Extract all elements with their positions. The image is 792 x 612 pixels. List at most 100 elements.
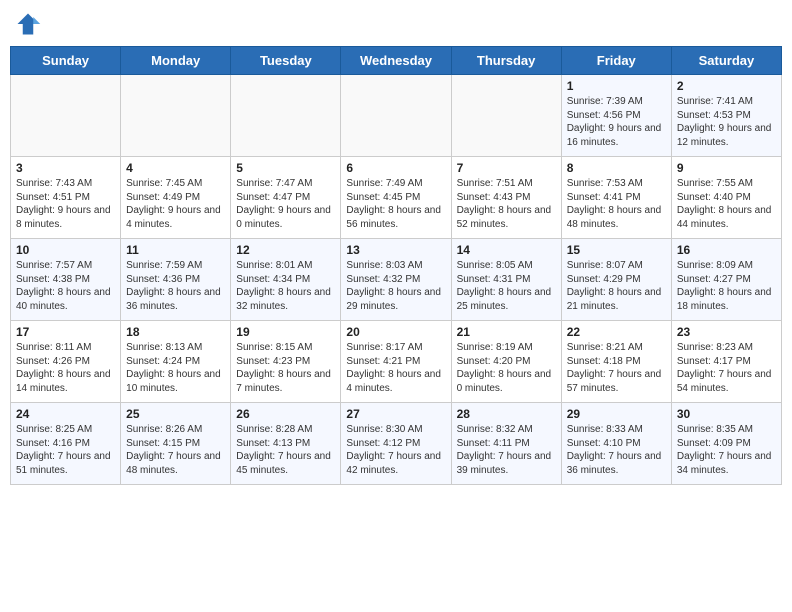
day-number: 21 bbox=[457, 325, 556, 339]
calendar-cell: 9Sunrise: 7:55 AM Sunset: 4:40 PM Daylig… bbox=[671, 157, 781, 239]
calendar-cell: 13 Sunrise: 8:03 AM Sunset: 4:32 PM Dayli… bbox=[341, 239, 451, 321]
calendar-cell: 28 Sunrise: 8:32 AM Sunset: 4:11 PM Dayli… bbox=[451, 403, 561, 485]
calendar-cell: 15 Sunrise: 8:07 AM Sunset: 4:29 PM Dayli… bbox=[561, 239, 671, 321]
day-number: 24 bbox=[16, 407, 115, 421]
day-info: Sunrise: 8:21 AM Sunset: 4:18 PM Dayligh… bbox=[567, 341, 666, 395]
calendar-cell: 27Sunrise: 8:30 AM Sunset: 4:12 PM Dayli… bbox=[341, 403, 451, 485]
calendar-cell: 3 Sunrise: 7:43 AM Sunset: 4:51 PM Daylig… bbox=[11, 157, 121, 239]
day-number: 4 bbox=[126, 161, 225, 175]
day-info: Sunrise: 8:13 AM Sunset: 4:24 PM Dayligh… bbox=[126, 341, 225, 395]
column-header-friday: Friday bbox=[561, 47, 671, 75]
day-number: 12 bbox=[236, 243, 335, 257]
day-info: Sunrise: 8:26 AM Sunset: 4:15 PM Dayligh… bbox=[126, 423, 225, 477]
day-info: Sunrise: 7:41 AM Sunset: 4:53 PM Dayligh… bbox=[677, 95, 776, 149]
calendar-cell: 12Sunrise: 8:01 AM Sunset: 4:34 PM Dayli… bbox=[231, 239, 341, 321]
calendar-cell: 17 Sunrise: 8:11 AM Sunset: 4:26 PM Dayli… bbox=[11, 321, 121, 403]
calendar-body: 1 Sunrise: 7:39 AM Sunset: 4:56 PM Daylig… bbox=[11, 75, 782, 485]
day-info: Sunrise: 8:33 AM Sunset: 4:10 PM Dayligh… bbox=[567, 423, 666, 477]
calendar-cell bbox=[11, 75, 121, 157]
day-info: Sunrise: 8:28 AM Sunset: 4:13 PM Dayligh… bbox=[236, 423, 335, 477]
calendar-week-5: 24Sunrise: 8:25 AM Sunset: 4:16 PM Dayli… bbox=[11, 403, 782, 485]
day-number: 22 bbox=[567, 325, 666, 339]
day-info: Sunrise: 7:45 AM Sunset: 4:49 PM Dayligh… bbox=[126, 177, 225, 231]
calendar-cell: 4 Sunrise: 7:45 AM Sunset: 4:49 PM Daylig… bbox=[121, 157, 231, 239]
column-header-saturday: Saturday bbox=[671, 47, 781, 75]
calendar-cell: 30Sunrise: 8:35 AM Sunset: 4:09 PM Dayli… bbox=[671, 403, 781, 485]
day-info: Sunrise: 8:03 AM Sunset: 4:32 PM Dayligh… bbox=[346, 259, 445, 313]
calendar-cell: 26 Sunrise: 8:28 AM Sunset: 4:13 PM Dayli… bbox=[231, 403, 341, 485]
day-number: 19 bbox=[236, 325, 335, 339]
header-row: SundayMondayTuesdayWednesdayThursdayFrid… bbox=[11, 47, 782, 75]
day-info: Sunrise: 8:11 AM Sunset: 4:26 PM Dayligh… bbox=[16, 341, 115, 395]
day-info: Sunrise: 8:32 AM Sunset: 4:11 PM Dayligh… bbox=[457, 423, 556, 477]
day-number: 14 bbox=[457, 243, 556, 257]
day-number: 1 bbox=[567, 79, 666, 93]
calendar-week-2: 3 Sunrise: 7:43 AM Sunset: 4:51 PM Daylig… bbox=[11, 157, 782, 239]
day-number: 30 bbox=[677, 407, 776, 421]
calendar-cell: 18 Sunrise: 8:13 AM Sunset: 4:24 PM Dayli… bbox=[121, 321, 231, 403]
day-info: Sunrise: 7:47 AM Sunset: 4:47 PM Dayligh… bbox=[236, 177, 335, 231]
calendar-cell: 2Sunrise: 7:41 AM Sunset: 4:53 PM Daylig… bbox=[671, 75, 781, 157]
calendar-week-4: 17 Sunrise: 8:11 AM Sunset: 4:26 PM Dayli… bbox=[11, 321, 782, 403]
day-info: Sunrise: 7:39 AM Sunset: 4:56 PM Dayligh… bbox=[567, 95, 666, 149]
day-number: 5 bbox=[236, 161, 335, 175]
column-header-sunday: Sunday bbox=[11, 47, 121, 75]
day-number: 3 bbox=[16, 161, 115, 175]
day-number: 28 bbox=[457, 407, 556, 421]
day-number: 8 bbox=[567, 161, 666, 175]
day-number: 13 bbox=[346, 243, 445, 257]
day-info: Sunrise: 7:49 AM Sunset: 4:45 PM Dayligh… bbox=[346, 177, 445, 231]
calendar-cell: 29 Sunrise: 8:33 AM Sunset: 4:10 PM Dayli… bbox=[561, 403, 671, 485]
calendar-cell: 8 Sunrise: 7:53 AM Sunset: 4:41 PM Daylig… bbox=[561, 157, 671, 239]
day-number: 10 bbox=[16, 243, 115, 257]
calendar-cell: 16Sunrise: 8:09 AM Sunset: 4:27 PM Dayli… bbox=[671, 239, 781, 321]
day-number: 9 bbox=[677, 161, 776, 175]
calendar-cell: 7 Sunrise: 7:51 AM Sunset: 4:43 PM Daylig… bbox=[451, 157, 561, 239]
day-number: 7 bbox=[457, 161, 556, 175]
calendar-cell: 11 Sunrise: 7:59 AM Sunset: 4:36 PM Dayli… bbox=[121, 239, 231, 321]
day-number: 17 bbox=[16, 325, 115, 339]
day-number: 15 bbox=[567, 243, 666, 257]
calendar-week-1: 1 Sunrise: 7:39 AM Sunset: 4:56 PM Daylig… bbox=[11, 75, 782, 157]
day-number: 18 bbox=[126, 325, 225, 339]
calendar-header: SundayMondayTuesdayWednesdayThursdayFrid… bbox=[11, 47, 782, 75]
calendar-cell bbox=[341, 75, 451, 157]
calendar-table: SundayMondayTuesdayWednesdayThursdayFrid… bbox=[10, 46, 782, 485]
calendar-cell: 19 Sunrise: 8:15 AM Sunset: 4:23 PM Dayli… bbox=[231, 321, 341, 403]
day-info: Sunrise: 8:17 AM Sunset: 4:21 PM Dayligh… bbox=[346, 341, 445, 395]
day-info: Sunrise: 8:07 AM Sunset: 4:29 PM Dayligh… bbox=[567, 259, 666, 313]
calendar-cell: 5 Sunrise: 7:47 AM Sunset: 4:47 PM Daylig… bbox=[231, 157, 341, 239]
calendar-cell bbox=[451, 75, 561, 157]
day-info: Sunrise: 7:43 AM Sunset: 4:51 PM Dayligh… bbox=[16, 177, 115, 231]
column-header-tuesday: Tuesday bbox=[231, 47, 341, 75]
day-info: Sunrise: 8:19 AM Sunset: 4:20 PM Dayligh… bbox=[457, 341, 556, 395]
calendar-cell: 22 Sunrise: 8:21 AM Sunset: 4:18 PM Dayli… bbox=[561, 321, 671, 403]
day-number: 20 bbox=[346, 325, 445, 339]
day-info: Sunrise: 7:53 AM Sunset: 4:41 PM Dayligh… bbox=[567, 177, 666, 231]
day-number: 11 bbox=[126, 243, 225, 257]
calendar-cell: 6 Sunrise: 7:49 AM Sunset: 4:45 PM Daylig… bbox=[341, 157, 451, 239]
column-header-monday: Monday bbox=[121, 47, 231, 75]
day-info: Sunrise: 7:59 AM Sunset: 4:36 PM Dayligh… bbox=[126, 259, 225, 313]
calendar-cell: 10 Sunrise: 7:57 AM Sunset: 4:38 PM Dayli… bbox=[11, 239, 121, 321]
day-number: 25 bbox=[126, 407, 225, 421]
calendar-cell: 1 Sunrise: 7:39 AM Sunset: 4:56 PM Daylig… bbox=[561, 75, 671, 157]
logo bbox=[14, 10, 46, 38]
calendar-cell: 14 Sunrise: 8:05 AM Sunset: 4:31 PM Dayli… bbox=[451, 239, 561, 321]
calendar-cell: 21 Sunrise: 8:19 AM Sunset: 4:20 PM Dayli… bbox=[451, 321, 561, 403]
calendar-cell: 20 Sunrise: 8:17 AM Sunset: 4:21 PM Dayli… bbox=[341, 321, 451, 403]
calendar-cell: 24Sunrise: 8:25 AM Sunset: 4:16 PM Dayli… bbox=[11, 403, 121, 485]
day-info: Sunrise: 8:09 AM Sunset: 4:27 PM Dayligh… bbox=[677, 259, 776, 313]
calendar-week-3: 10 Sunrise: 7:57 AM Sunset: 4:38 PM Dayli… bbox=[11, 239, 782, 321]
day-number: 27 bbox=[346, 407, 445, 421]
day-number: 26 bbox=[236, 407, 335, 421]
day-number: 29 bbox=[567, 407, 666, 421]
calendar-cell: 23Sunrise: 8:23 AM Sunset: 4:17 PM Dayli… bbox=[671, 321, 781, 403]
day-number: 23 bbox=[677, 325, 776, 339]
day-info: Sunrise: 8:05 AM Sunset: 4:31 PM Dayligh… bbox=[457, 259, 556, 313]
day-number: 6 bbox=[346, 161, 445, 175]
logo-icon bbox=[14, 10, 42, 38]
day-info: Sunrise: 7:57 AM Sunset: 4:38 PM Dayligh… bbox=[16, 259, 115, 313]
day-info: Sunrise: 8:15 AM Sunset: 4:23 PM Dayligh… bbox=[236, 341, 335, 395]
day-info: Sunrise: 7:51 AM Sunset: 4:43 PM Dayligh… bbox=[457, 177, 556, 231]
